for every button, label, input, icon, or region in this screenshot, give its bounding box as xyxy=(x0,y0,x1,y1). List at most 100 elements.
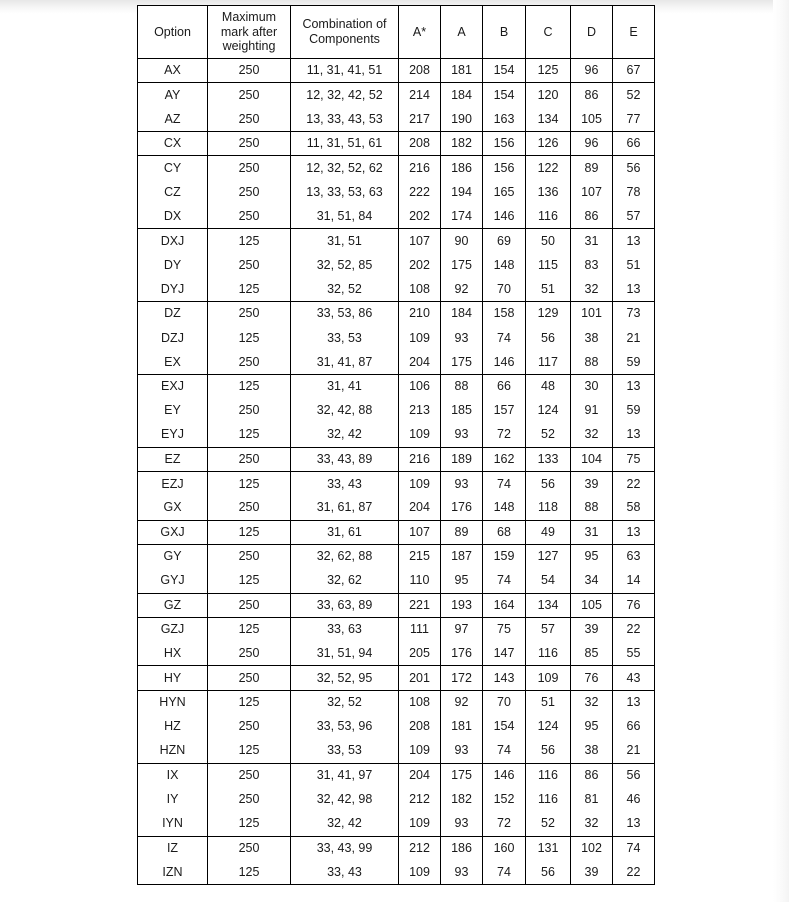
cell-max-mark: 250 xyxy=(207,107,291,132)
table-row: HX 250 31, 51, 94 205 176 147 116 85 55 xyxy=(137,641,655,666)
cell-max-mark: 250 xyxy=(207,543,291,569)
column-header-grade-d: D xyxy=(570,5,613,59)
cell-grade-d: 34 xyxy=(570,568,613,594)
column-header-combination: Combination of Components xyxy=(290,5,399,59)
cell-grade-e: 58 xyxy=(612,495,655,521)
cell-combination: 33, 53, 86 xyxy=(290,300,399,326)
cell-grade-d: 83 xyxy=(570,252,613,278)
cell-combination: 31, 51, 84 xyxy=(290,204,399,229)
cell-grade-c: 116 xyxy=(525,641,571,666)
cell-grade-e: 59 xyxy=(612,398,655,423)
cell-option: CX xyxy=(137,130,208,156)
table-row: GZ 250 33, 63, 89 221 193 164 134 105 76 xyxy=(137,592,655,618)
cell-grade-a-star: 210 xyxy=(398,300,441,326)
cell-grade-b: 143 xyxy=(482,665,526,691)
cell-grade-b: 72 xyxy=(482,422,526,448)
cell-grade-b: 164 xyxy=(482,592,526,618)
cell-option: DXJ xyxy=(137,228,208,253)
cell-option: DYJ xyxy=(137,277,208,302)
cell-max-mark: 250 xyxy=(207,350,291,375)
cell-grade-a: 92 xyxy=(440,277,483,302)
cell-grade-b: 156 xyxy=(482,130,526,156)
cell-grade-b: 154 xyxy=(482,714,526,739)
cell-combination: 32, 62 xyxy=(290,568,399,594)
cell-grade-a: 176 xyxy=(440,495,483,521)
cell-max-mark: 250 xyxy=(207,714,291,739)
cell-combination: 32, 52, 95 xyxy=(290,665,399,691)
cell-combination: 32, 42 xyxy=(290,811,399,836)
cell-grade-e: 67 xyxy=(612,57,655,83)
cell-grade-a-star: 213 xyxy=(398,398,441,423)
cell-max-mark: 250 xyxy=(207,57,291,83)
cell-grade-e: 13 xyxy=(612,519,655,545)
cell-grade-d: 89 xyxy=(570,155,613,180)
cell-max-mark: 125 xyxy=(207,811,291,836)
cell-combination: 13, 33, 43, 53 xyxy=(290,107,399,132)
column-header-grade-b-label: B xyxy=(499,24,509,39)
cell-max-mark: 250 xyxy=(207,446,291,472)
cell-combination: 32, 42 xyxy=(290,422,399,448)
cell-grade-d: 39 xyxy=(570,616,613,642)
cell-grade-a-star: 109 xyxy=(398,738,441,764)
cell-grade-a: 93 xyxy=(440,325,483,351)
column-header-option: Option xyxy=(137,5,208,59)
cell-combination: 31, 51, 94 xyxy=(290,641,399,666)
cell-combination: 33, 43, 99 xyxy=(290,835,399,861)
cell-grade-d: 86 xyxy=(570,762,613,788)
cell-grade-a: 175 xyxy=(440,350,483,375)
cell-grade-b: 74 xyxy=(482,860,526,885)
cell-grade-c: 51 xyxy=(525,277,571,302)
cell-grade-a-star: 107 xyxy=(398,228,441,253)
cell-grade-a-star: 214 xyxy=(398,82,441,108)
table-row: GZJ 125 33, 63 111 97 75 57 39 22 xyxy=(137,616,655,642)
cell-max-mark: 125 xyxy=(207,373,291,399)
cell-option: EX xyxy=(137,350,208,375)
cell-option: IY xyxy=(137,787,208,812)
cell-max-mark: 250 xyxy=(207,592,291,618)
cell-combination: 31, 41, 87 xyxy=(290,350,399,375)
cell-grade-d: 32 xyxy=(570,689,613,715)
cell-combination: 12, 32, 42, 52 xyxy=(290,82,399,108)
cell-grade-e: 56 xyxy=(612,762,655,788)
cell-grade-c: 48 xyxy=(525,373,571,399)
cell-grade-c: 50 xyxy=(525,228,571,253)
cell-grade-a-star: 208 xyxy=(398,57,441,83)
cell-grade-c: 122 xyxy=(525,155,571,180)
table-row: EYJ 125 32, 42 109 93 72 52 32 13 xyxy=(137,422,655,448)
table-row: DY 250 32, 52, 85 202 175 148 115 83 51 xyxy=(137,252,655,278)
cell-grade-a-star: 204 xyxy=(398,762,441,788)
cell-grade-c: 52 xyxy=(525,811,571,836)
cell-grade-a-star: 208 xyxy=(398,714,441,739)
cell-option: IX xyxy=(137,762,208,788)
cell-grade-e: 75 xyxy=(612,446,655,472)
cell-grade-c: 118 xyxy=(525,495,571,521)
cell-max-mark: 125 xyxy=(207,568,291,594)
cell-max-mark: 125 xyxy=(207,422,291,448)
table-row: CX 250 11, 31, 51, 61 208 182 156 126 96 66 xyxy=(137,130,655,156)
table-row: IYN 125 32, 42 109 93 72 52 32 13 xyxy=(137,811,655,836)
cell-grade-c: 56 xyxy=(525,738,571,764)
table-row: IZ 250 33, 43, 99 212 186 160 131 102 74 xyxy=(137,835,655,861)
column-header-combination-line2: Components xyxy=(309,32,380,46)
cell-grade-c: 136 xyxy=(525,179,571,205)
column-header-max-mark-line2: mark after xyxy=(220,24,278,39)
cell-grade-a-star: 208 xyxy=(398,130,441,156)
column-header-max-mark-line1: Maximum xyxy=(221,9,277,24)
cell-grade-a-star: 221 xyxy=(398,592,441,618)
cell-grade-c: 54 xyxy=(525,568,571,594)
cell-grade-e: 76 xyxy=(612,592,655,618)
table-row: DYJ 125 32, 52 108 92 70 51 32 13 xyxy=(137,277,655,302)
cell-max-mark: 250 xyxy=(207,641,291,666)
table-row: HZN 125 33, 53 109 93 74 56 38 21 xyxy=(137,738,655,764)
table-row: GY 250 32, 62, 88 215 187 159 127 95 63 xyxy=(137,543,655,569)
column-header-grade-b: B xyxy=(482,5,526,59)
cell-combination: 33, 63, 89 xyxy=(290,592,399,618)
table-row: GYJ 125 32, 62 110 95 74 54 34 14 xyxy=(137,568,655,594)
cell-grade-b: 159 xyxy=(482,543,526,569)
cell-grade-a: 186 xyxy=(440,155,483,180)
cell-max-mark: 125 xyxy=(207,738,291,764)
cell-grade-a: 190 xyxy=(440,107,483,132)
table-row: EX 250 31, 41, 87 204 175 146 117 88 59 xyxy=(137,350,655,375)
cell-max-mark: 250 xyxy=(207,398,291,423)
cell-grade-b: 148 xyxy=(482,252,526,278)
